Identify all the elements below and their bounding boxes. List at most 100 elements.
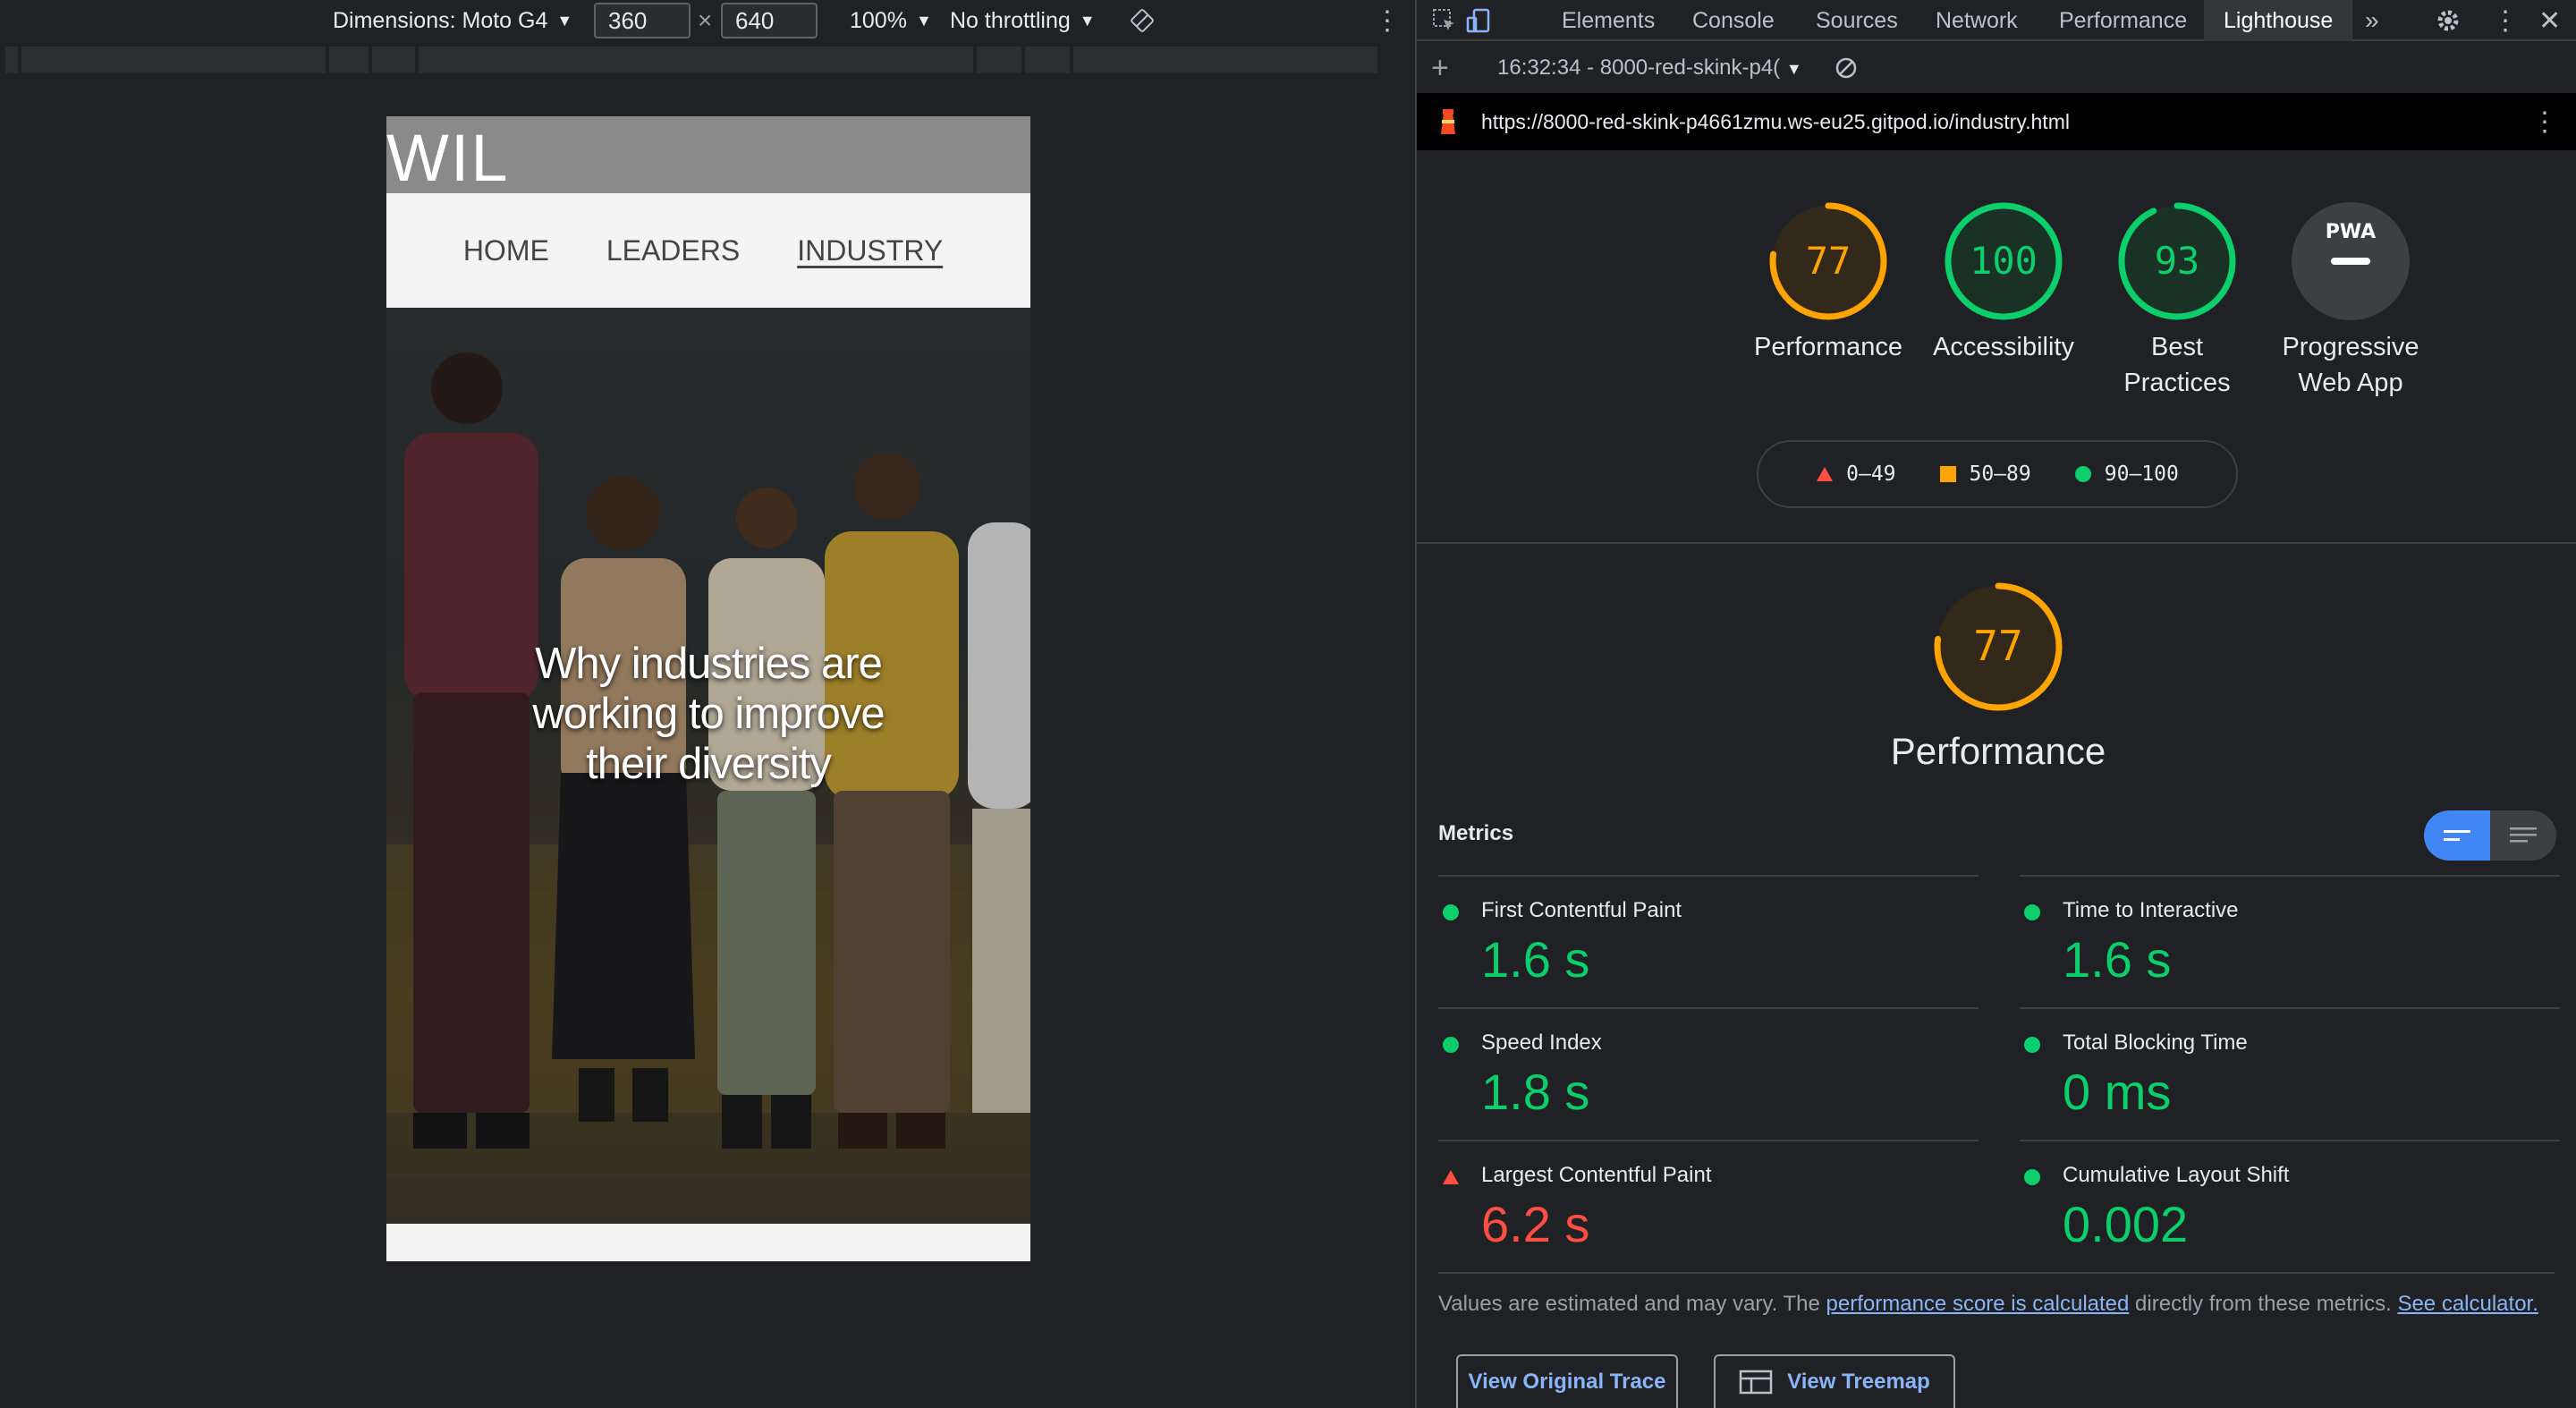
device-emulation-pane: Dimensions: Moto G4 ▼ × 100% ▼ No thrott… xyxy=(0,0,1415,1408)
divider xyxy=(1438,1272,2555,1274)
devtools-panel: Elements Console Sources Network Perform… xyxy=(1415,0,2576,1408)
pwa-dash xyxy=(2331,258,2370,265)
note-text: Values are estimated and may vary. The xyxy=(1438,1292,1826,1316)
tab-elements[interactable]: Elements xyxy=(1562,0,1655,41)
more-options-icon[interactable]: ⋮ xyxy=(2492,0,2519,41)
devtools-tab-bar: Elements Console Sources Network Perform… xyxy=(1417,0,2576,41)
gauge-ring-performance: 77 xyxy=(1769,202,1887,320)
divider xyxy=(1417,542,2576,544)
svg-text:77: 77 xyxy=(1973,622,2022,670)
gear-icon[interactable] xyxy=(2435,7,2462,34)
rotate-icon[interactable] xyxy=(1129,0,1156,41)
legend-range: 0–49 xyxy=(1846,462,1896,486)
metrics-note: Values are estimated and may vary. The p… xyxy=(1438,1292,2565,1317)
score-gauge-pwa[interactable]: PWA Progressive Web App xyxy=(2261,199,2440,401)
score-legend: 0–49 50–89 90–100 xyxy=(1757,440,2238,508)
metrics-view-toggle[interactable] xyxy=(2424,810,2556,861)
close-icon[interactable]: ✕ xyxy=(2538,0,2561,41)
site-nav: HOME LEADERS INDUSTRY xyxy=(386,193,1030,308)
report-selector[interactable]: 16:32:34 - 8000-red-skink-p4( ▼ xyxy=(1497,55,1802,81)
chevron-down-icon: ▼ xyxy=(1079,11,1096,30)
performance-gauge-large: 77 xyxy=(1934,582,2063,711)
more-options-icon[interactable]: ⋮ xyxy=(2531,106,2558,138)
clear-icon[interactable] xyxy=(1834,55,1859,87)
metrics-heading: Metrics xyxy=(1438,821,1514,845)
expanded-view-icon[interactable] xyxy=(2490,810,2556,861)
inspect-element-icon[interactable] xyxy=(1431,7,1458,34)
metric-value: 6.2 s xyxy=(1481,1196,1590,1252)
gauge-label-pwa: Progressive Web App xyxy=(2261,329,2440,401)
metric-name: Largest Contentful Paint xyxy=(1481,1163,1712,1187)
report-url[interactable]: https://8000-red-skink-p4661zmu.ws-eu25.… xyxy=(1481,110,2070,134)
circle-icon xyxy=(2074,466,2091,482)
metric-name: Time to Interactive xyxy=(2063,898,2239,922)
gauge-label-performance: Performance xyxy=(1753,333,1902,361)
device-height-input[interactable] xyxy=(721,3,818,38)
metric-value: 0.002 xyxy=(2063,1196,2189,1252)
fail-indicator-icon xyxy=(1443,1170,1459,1184)
hero-image: Why industries are working to improve th… xyxy=(386,308,1030,1224)
metric-value: 1.8 s xyxy=(1481,1064,1590,1120)
score-gauge-performance[interactable]: 77 Performance xyxy=(1739,199,1918,365)
svg-text:77: 77 xyxy=(1806,239,1852,283)
svg-text:PWA: PWA xyxy=(2326,221,2376,243)
tab-performance[interactable]: Performance xyxy=(2059,0,2187,41)
gauge-label-best-practices: Best Practices xyxy=(2088,329,2267,401)
pass-indicator-icon xyxy=(1443,1037,1459,1053)
throttling-selector[interactable]: No throttling ▼ xyxy=(950,0,1096,41)
more-tabs-icon[interactable]: » xyxy=(2365,0,2379,41)
gauge-ring-accessibility: 100 xyxy=(1945,202,2063,320)
zoom-selector[interactable]: 100% ▼ xyxy=(850,0,932,41)
treemap-icon xyxy=(1739,1370,1773,1395)
chevron-down-icon: ▼ xyxy=(915,11,932,30)
gauge-label-accessibility: Accessibility xyxy=(1933,333,2074,361)
device-toolbar-icon[interactable] xyxy=(1465,7,1492,34)
metric-first-contentful-paint: First Contentful Paint 1.6 s xyxy=(1438,875,1979,1007)
metric-cumulative-layout-shift: Cumulative Layout Shift 0.002 xyxy=(2020,1140,2560,1272)
square-icon xyxy=(1939,466,1956,482)
device-viewport: WIL HOME LEADERS INDUSTRY Why industries… xyxy=(386,116,1030,1261)
metric-value: 1.6 s xyxy=(2063,931,2172,988)
gauge-label-line: Progressive xyxy=(2282,333,2419,361)
compact-view-icon[interactable] xyxy=(2424,810,2490,861)
chevron-down-icon: ▼ xyxy=(556,11,573,30)
pass-indicator-icon xyxy=(2024,1037,2040,1053)
score-calculated-link[interactable]: performance score is calculated xyxy=(1826,1292,2130,1316)
metric-name: Total Blocking Time xyxy=(2063,1031,2248,1055)
tab-console[interactable]: Console xyxy=(1692,0,1775,41)
see-calculator-link[interactable]: See calculator. xyxy=(2397,1292,2538,1316)
metric-time-to-interactive: Time to Interactive 1.6 s xyxy=(2020,875,2560,1007)
media-query-ruler[interactable] xyxy=(0,47,1395,77)
metric-name: First Contentful Paint xyxy=(1481,898,1682,922)
device-selector[interactable]: Dimensions: Moto G4 ▼ xyxy=(333,0,572,41)
performance-title: Performance xyxy=(1890,730,2106,772)
metric-speed-index: Speed Index 1.8 s xyxy=(1438,1007,1979,1140)
triangle-icon xyxy=(1817,467,1834,481)
performance-summary: 77 Performance xyxy=(1882,580,2114,773)
plus-icon[interactable]: + xyxy=(1431,51,1449,86)
device-dimensions-label: Dimensions: Moto G4 xyxy=(333,7,548,33)
site-logo[interactable]: WIL xyxy=(386,120,510,196)
pass-indicator-icon xyxy=(2024,1169,2040,1185)
device-width-input[interactable] xyxy=(594,3,691,38)
svg-text:93: 93 xyxy=(2155,239,2200,283)
nav-link-home[interactable]: HOME xyxy=(463,234,549,267)
button-label: View Original Trace xyxy=(1468,1370,1666,1394)
more-options-icon[interactable]: ⋮ xyxy=(1374,0,1401,41)
score-gauge-accessibility[interactable]: 100 Accessibility xyxy=(1914,199,2093,365)
pass-indicator-icon xyxy=(1443,904,1459,920)
tab-sources[interactable]: Sources xyxy=(1816,0,1898,41)
nav-link-leaders[interactable]: LEADERS xyxy=(606,234,740,267)
metric-value: 1.6 s xyxy=(1481,931,1590,988)
gauge-label-line: Web App xyxy=(2298,369,2403,397)
tab-lighthouse[interactable]: Lighthouse xyxy=(2204,0,2353,41)
nav-link-industry[interactable]: INDUSTRY xyxy=(797,234,943,267)
legend-range: 50–89 xyxy=(1969,462,2031,486)
chevron-down-icon: ▼ xyxy=(1785,60,1802,78)
metric-name: Speed Index xyxy=(1481,1031,1602,1055)
note-text: directly from these metrics. xyxy=(2129,1292,2398,1316)
tab-network[interactable]: Network xyxy=(1936,0,2018,41)
view-treemap-button[interactable]: View Treemap xyxy=(1714,1354,1955,1408)
score-gauge-best-practices[interactable]: 93 Best Practices xyxy=(2088,199,2267,401)
view-original-trace-button[interactable]: View Original Trace xyxy=(1456,1354,1678,1408)
